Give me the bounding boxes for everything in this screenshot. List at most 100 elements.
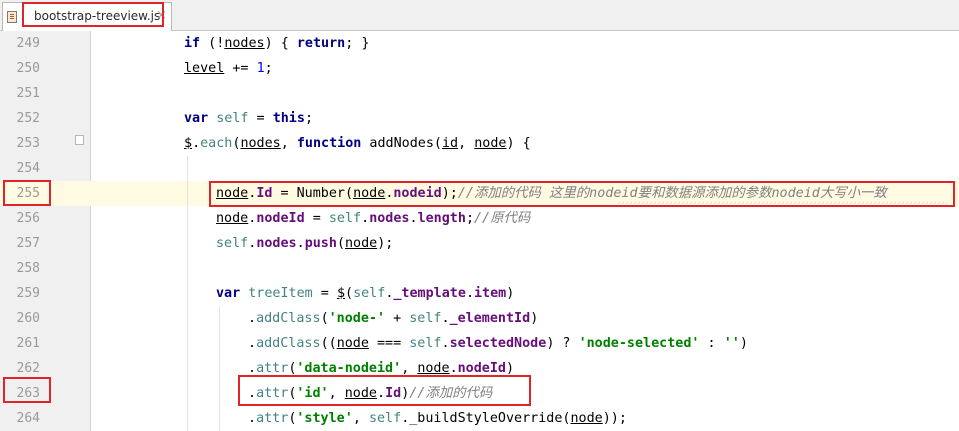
fold-icon[interactable] [75,135,84,145]
code-line[interactable]: 263 .attr('id', node.Id)//添加的代码 [0,381,959,406]
line-number: 264 [16,411,40,426]
line-number: 253 [16,136,40,151]
code-token: , [458,136,475,151]
code-token: ); [377,236,394,251]
code-line[interactable]: 256 node.nodeId = self.nodes.length;//原代码 [0,206,959,231]
code-token: )); [602,411,627,426]
code-token: . [377,386,386,401]
code-token: 'style' [296,411,353,426]
code-token: ) { [506,136,531,151]
code-line[interactable]: 261 .addClass((node === self.selectedNode… [0,331,959,356]
code-token: $ [336,286,345,301]
code-token: . [465,286,474,301]
code-line[interactable]: 257 self.nodes.push(node); [0,231,959,256]
line-number: 263 [16,386,40,401]
code-token: 'node-selected' [578,336,700,351]
code-token: . [192,136,201,151]
code-token: this [272,111,305,126]
code-line[interactable]: 259 var treeItem = $(self._template.item) [0,281,959,306]
code-token: return [296,36,346,51]
tab-label: bootstrap-treeview.js [34,9,161,23]
code-text[interactable]: .attr('style', self._buildStyleOverride(… [248,406,627,431]
code-token: , [352,411,369,426]
code-line[interactable]: 254 [0,156,959,181]
code-token: nodes [369,211,410,226]
code-token: addClass [256,311,321,326]
code-token: += [224,61,257,76]
code-text[interactable]: var treeItem = $(self._template.item) [216,281,514,306]
code-token: treeItem [248,286,313,301]
code-token: nodeId [457,361,506,376]
code-token: (! [200,36,225,51]
code-token: = [312,286,337,301]
code-text[interactable]: if (!nodes) { return; } [184,31,369,56]
code-token: function [296,136,362,151]
code-line[interactable]: 262 .attr('data-nodeid', node.nodeId) [0,356,959,381]
code-text[interactable]: .addClass('node-' + self._elementId) [248,306,538,331]
code-token: , [328,386,345,401]
code-editor[interactable]: 249 if (!nodes) { return; } 250 level += 1;… [0,31,959,431]
code-line[interactable]: 250 level += 1; [0,56,959,81]
line-number: 255 [16,186,40,201]
code-line[interactable]: 253 $.each(nodes, function addNodes(id, n… [0,131,959,156]
code-token: attr [256,386,289,401]
code-token: Id [385,386,402,401]
code-token: if [184,36,201,51]
code-line[interactable]: 260 .addClass('node-' + self._elementId) [0,306,959,331]
line-number: 257 [16,236,40,251]
code-token: . [441,336,450,351]
code-line[interactable]: 252 var self = this; [0,106,959,131]
line-number: 249 [16,36,40,51]
code-token: . [248,361,257,376]
line-number: 259 [16,286,40,301]
line-number: 258 [16,261,40,276]
line-number: 262 [16,361,40,376]
code-token: self [328,211,362,226]
code-token: . [248,386,257,401]
code-token: selectedNode [449,336,547,351]
code-text[interactable]: var self = this; [184,106,313,131]
code-text[interactable]: .attr('id', node.Id)//添加的代码 [248,381,492,406]
code-token: . [441,311,450,326]
code-line[interactable]: 258 [0,256,959,281]
code-token: = Number( [272,186,354,201]
code-token: ( [336,236,345,251]
code-token: 'node-' [328,311,386,326]
line-number: 251 [16,86,40,101]
close-icon[interactable]: × [156,8,167,24]
code-text[interactable]: .attr('data-nodeid', node.nodeId) [248,356,514,381]
code-token: nodes [224,36,265,51]
code-token: 1 [256,61,265,76]
code-token: : [699,336,724,351]
code-token: _template [393,286,466,301]
code-token: addClass [256,336,321,351]
code-line[interactable]: 251 [0,81,959,106]
code-text[interactable]: node.nodeId = self.nodes.length;//原代码 [216,206,530,231]
code-token: . [409,211,418,226]
code-token: ; } [345,36,370,51]
code-text[interactable]: $.each(nodes, function addNodes(id, node… [184,131,531,156]
code-token: ) ? [546,336,579,351]
code-token: node [336,336,369,351]
code-line[interactable]: 249 if (!nodes) { return; } [0,31,959,56]
file-tab[interactable]: bootstrap-treeview.js × [2,2,172,31]
code-token: ) [506,361,515,376]
code-token: (( [320,336,337,351]
code-text[interactable]: .addClass((node === self.selectedNode) ?… [248,331,748,356]
code-token: 'data-nodeid' [296,361,402,376]
code-token: self [409,311,442,326]
code-token: self [216,111,249,126]
indent-guide [187,156,188,431]
code-token: length [417,211,466,226]
code-token: ); [441,186,458,201]
code-token: var [216,286,241,301]
indent-guide [219,306,220,431]
code-line[interactable]: 264 .attr('style', self._buildStyleOverri… [0,406,959,431]
code-text[interactable]: level += 1; [184,56,273,81]
code-token: node [353,186,386,201]
code-token: , [401,361,418,376]
code-token: , [280,136,297,151]
code-text[interactable]: self.nodes.push(node); [216,231,393,256]
editor-tab-bar: bootstrap-treeview.js × [0,0,959,31]
code-token: //原代码 [474,211,531,226]
